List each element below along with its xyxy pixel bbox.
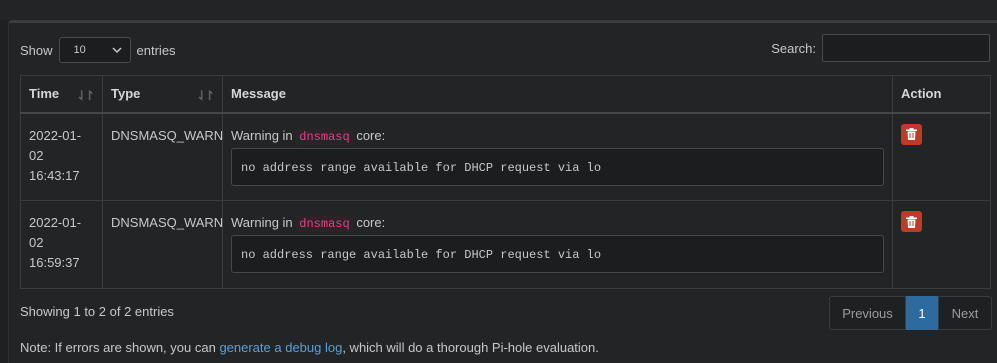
- type-cell: DNSMASQ_WARN: [102, 200, 223, 289]
- search-control: Search:: [771, 34, 990, 62]
- page-1-button[interactable]: 1: [906, 296, 938, 330]
- message-prefix: Warning in: [231, 127, 293, 143]
- row-time: 16:59:37: [29, 255, 80, 270]
- message-suffix: core:: [356, 127, 386, 143]
- next-page-button[interactable]: Next: [938, 296, 992, 330]
- length-control: Show 10 entries: [20, 36, 176, 64]
- generate-debug-log-link[interactable]: generate a debug log: [219, 340, 342, 355]
- trash-icon: [906, 215, 917, 228]
- sort-icon: ⇃↾: [76, 88, 95, 103]
- column-header-message: Message: [222, 75, 893, 114]
- column-header-action: Action: [892, 75, 991, 114]
- top-bar: [0, 0, 997, 20]
- entries-per-page-value: 10: [73, 44, 86, 56]
- trash-icon: [906, 128, 917, 140]
- message-suffix: core:: [356, 215, 386, 230]
- sort-icon: ⇃↾: [196, 88, 215, 103]
- column-header-type[interactable]: Type ⇃↾: [102, 75, 223, 114]
- message-cell: Warning in dnsmasq core: no address rang…: [222, 112, 893, 201]
- search-label: Search:: [771, 40, 816, 56]
- time-cell: 2022-01-02 16:59:37: [20, 200, 103, 289]
- time-cell: 2022-01-02 16:43:17: [20, 112, 103, 201]
- row-time: 16:43:17: [29, 167, 80, 183]
- action-cell: [892, 200, 991, 289]
- messages-table: Time ⇃↾ Type ⇃↾ Message Action 2022-01-0…: [20, 75, 991, 289]
- entries-per-page-select[interactable]: 10: [58, 37, 131, 63]
- action-cell: [892, 112, 991, 201]
- message-detail: no address range available for DHCP requ…: [231, 235, 884, 273]
- row-date: 2022-01-02: [29, 215, 82, 250]
- delete-button[interactable]: [901, 123, 922, 145]
- table-header-row: Time ⇃↾ Type ⇃↾ Message Action: [20, 75, 991, 114]
- row-date: 2022-01-02: [29, 127, 82, 163]
- message-heading: Warning in dnsmasq core:: [231, 213, 884, 234]
- message-code: dnsmasq: [296, 216, 353, 232]
- column-header-time[interactable]: Time ⇃↾: [20, 75, 103, 114]
- message-cell: Warning in dnsmasq core: no address rang…: [222, 200, 893, 289]
- note-text-before: Note: If errors are shown, you can: [20, 340, 220, 355]
- table-row: 2022-01-02 16:43:17 DNSMASQ_WARN Warning…: [20, 112, 991, 201]
- search-input[interactable]: [822, 34, 990, 62]
- message-heading: Warning in dnsmasq core:: [231, 126, 884, 147]
- length-prefix-label: Show: [20, 42, 53, 58]
- debug-note: Note: If errors are shown, you can gener…: [20, 340, 599, 355]
- column-header-label: Action: [901, 86, 942, 102]
- message-detail: no address range available for DHCP requ…: [231, 147, 884, 186]
- previous-page-button[interactable]: Previous: [829, 296, 906, 330]
- table-row: 2022-01-02 16:59:37 DNSMASQ_WARN Warning…: [20, 200, 991, 289]
- message-code: dnsmasq: [296, 128, 353, 145]
- chevron-down-icon: [112, 47, 122, 53]
- table-info: Showing 1 to 2 of 2 entries: [20, 304, 174, 319]
- column-header-label: Message: [231, 86, 286, 102]
- message-prefix: Warning in: [231, 215, 293, 230]
- length-suffix-label: entries: [136, 42, 176, 58]
- note-text-after: , which will do a thorough Pi-hole evalu…: [342, 340, 599, 355]
- type-cell: DNSMASQ_WARN: [102, 112, 223, 201]
- delete-button[interactable]: [901, 211, 922, 232]
- column-header-label: Type: [111, 86, 141, 102]
- column-header-label: Time: [29, 86, 60, 102]
- pagination: Previous 1 Next: [829, 296, 992, 330]
